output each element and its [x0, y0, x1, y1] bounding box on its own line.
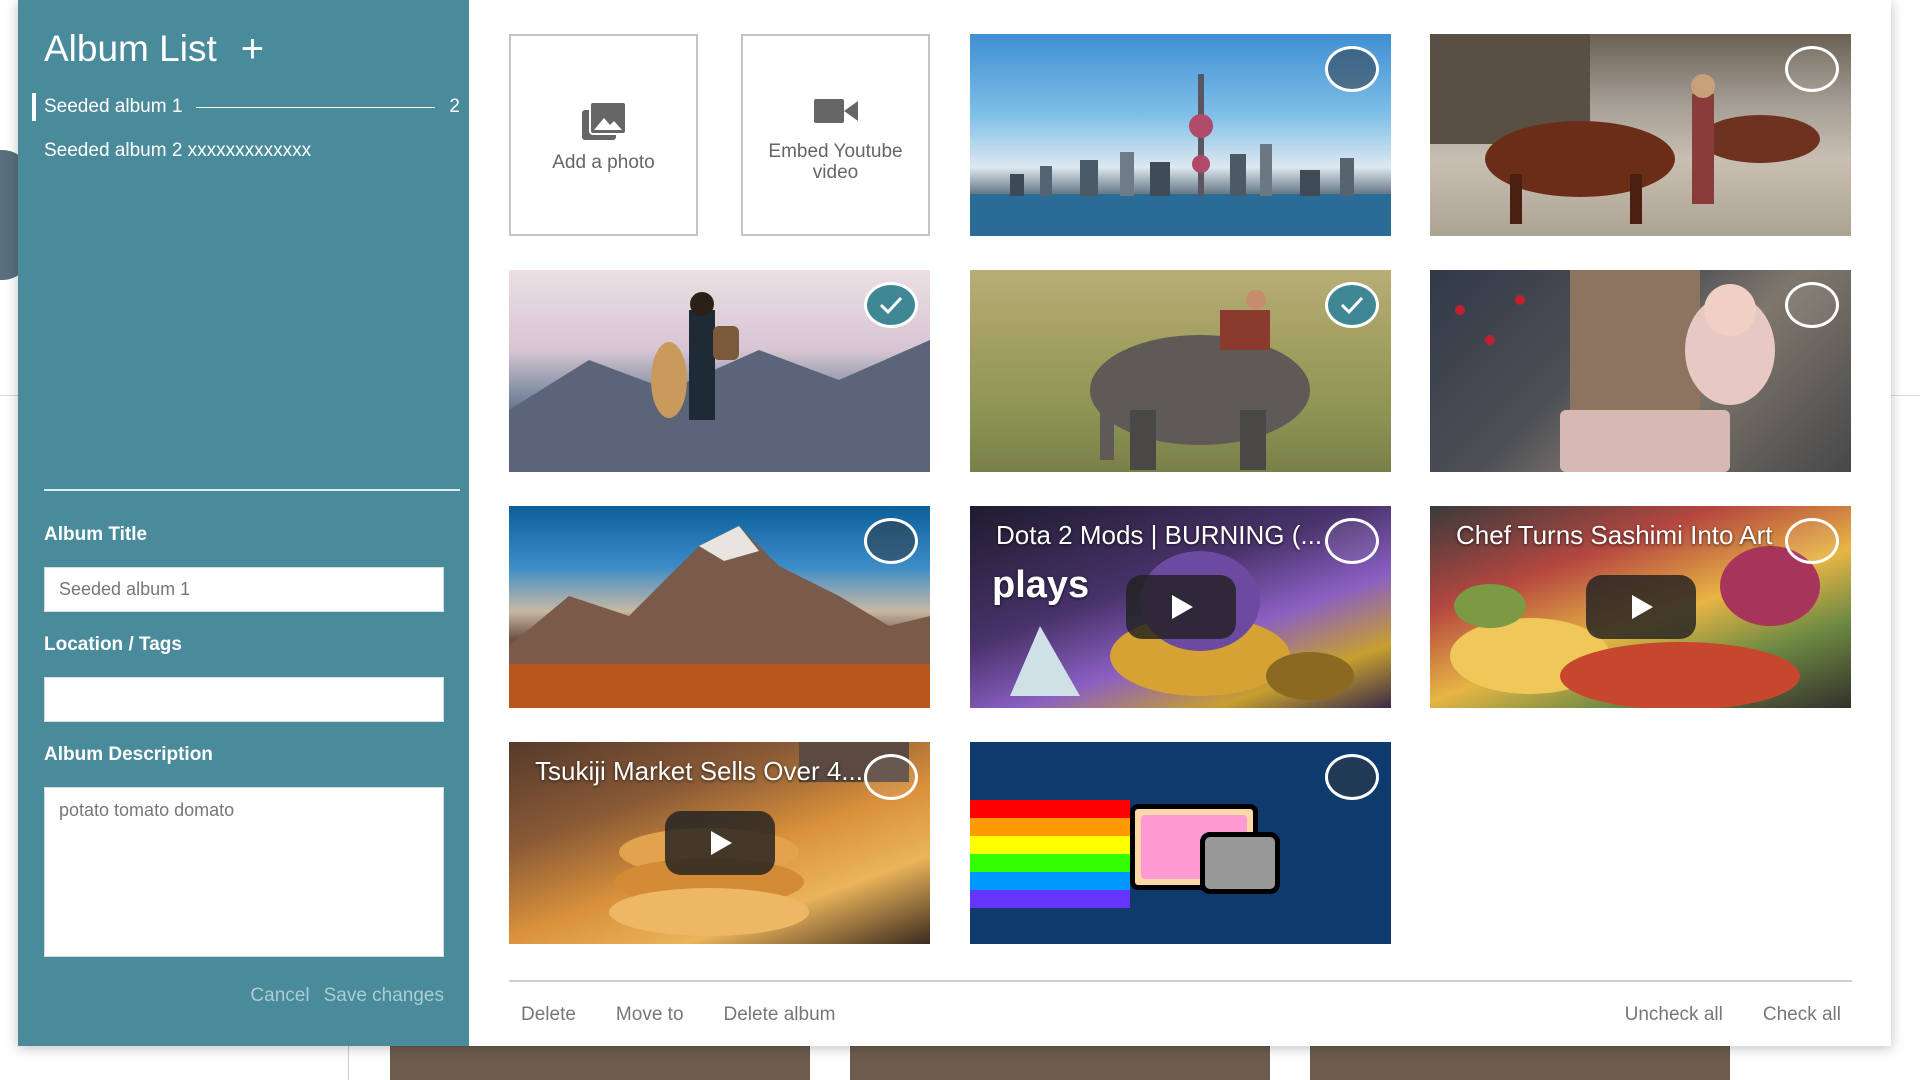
- video-title: Tsukiji Market Sells Over 4...: [535, 756, 863, 786]
- video-title: Dota 2 Mods | BURNING (...: [996, 520, 1323, 550]
- check-all-button[interactable]: Check all: [1763, 1004, 1841, 1026]
- video-title: Chef Turns Sashimi Into Art: [1456, 520, 1773, 550]
- background-divider-vertical: [348, 1040, 349, 1080]
- select-checkbox[interactable]: [1785, 518, 1839, 564]
- photo-tile-nyan-cat[interactable]: [970, 742, 1391, 944]
- photo-tile-mountains[interactable]: [509, 506, 930, 708]
- rainbow-trail: [970, 800, 1130, 908]
- footer-actions-left: Delete Move to Delete album: [521, 1004, 835, 1026]
- select-checkbox[interactable]: [1785, 46, 1839, 92]
- background-thumbnail: [850, 1046, 1270, 1080]
- background-thumbnail: [1310, 1046, 1730, 1080]
- location-tags-input[interactable]: [44, 677, 444, 722]
- select-checkbox[interactable]: [1325, 518, 1379, 564]
- sidebar-title: Album List: [44, 28, 217, 69]
- select-checkbox-checked[interactable]: [864, 282, 918, 328]
- photo-tile-parent-baby[interactable]: [1430, 270, 1851, 472]
- sidebar-actions: Cancel Save changes: [250, 985, 444, 1007]
- video-tile-tsukiji[interactable]: Tsukiji Market Sells Over 4...: [509, 742, 930, 944]
- play-icon: [1171, 595, 1193, 619]
- video-tile-sashimi[interactable]: Chef Turns Sashimi Into Art: [1430, 506, 1851, 708]
- album-name: Seeded album 2 xxxxxxxxxxxxx: [44, 140, 312, 161]
- embed-youtube-label: Embed Youtube video: [768, 141, 903, 183]
- checkmark-icon: [1340, 296, 1364, 315]
- photo-tile-city-skyline[interactable]: [970, 34, 1391, 236]
- play-button[interactable]: [664, 811, 775, 875]
- select-checkbox[interactable]: [1785, 282, 1839, 328]
- add-album-icon[interactable]: +: [241, 29, 264, 69]
- nyan-cat-head: [1200, 832, 1280, 894]
- photo-library-icon: [580, 98, 628, 146]
- sidebar-divider: [44, 489, 460, 491]
- play-icon: [1631, 595, 1653, 619]
- select-checkbox[interactable]: [1325, 754, 1379, 800]
- photo-tile-elephant[interactable]: [970, 270, 1391, 472]
- photo-tile-hiker-dog[interactable]: [509, 270, 930, 472]
- album-title-input[interactable]: [44, 567, 444, 612]
- media-grid: Add a photo Embed Youtube video Dota 2 M…: [469, 0, 1891, 1046]
- video-tile-dota[interactable]: Dota 2 Mods | BURNING (... plays: [970, 506, 1391, 708]
- album-sidebar: Album List + Seeded album 1 2 Seeded alb…: [18, 0, 469, 1046]
- select-checkbox-checked[interactable]: [1325, 282, 1379, 328]
- sidebar-header: Album List +: [44, 28, 264, 70]
- cancel-button[interactable]: Cancel: [250, 985, 309, 1007]
- add-photo-button[interactable]: Add a photo: [509, 34, 698, 236]
- photo-tile-cattle[interactable]: [1430, 34, 1851, 236]
- play-button[interactable]: [1585, 575, 1696, 639]
- embed-youtube-button[interactable]: Embed Youtube video: [741, 34, 930, 236]
- album-item-seeded-2[interactable]: Seeded album 2 xxxxxxxxxxxxx: [44, 137, 460, 165]
- album-description-textarea[interactable]: potato tomato domato: [44, 787, 444, 957]
- play-button[interactable]: [1125, 575, 1236, 639]
- album-item-rule: [196, 106, 436, 108]
- uncheck-all-button[interactable]: Uncheck all: [1625, 1004, 1723, 1026]
- save-changes-button[interactable]: Save changes: [324, 985, 444, 1007]
- select-checkbox[interactable]: [1325, 46, 1379, 92]
- play-icon: [710, 831, 732, 855]
- footer-divider: [509, 980, 1852, 982]
- select-checkbox[interactable]: [864, 754, 918, 800]
- add-photo-label: Add a photo: [552, 151, 655, 173]
- footer-actions-right: Uncheck all Check all: [1625, 1004, 1841, 1026]
- album-title-label: Album Title: [44, 524, 148, 545]
- move-to-button[interactable]: Move to: [616, 1004, 684, 1026]
- album-name: Seeded album 1: [44, 96, 183, 117]
- album-description-label: Album Description: [44, 744, 213, 765]
- delete-button[interactable]: Delete: [521, 1004, 576, 1026]
- album-count: 2: [449, 96, 460, 117]
- checkmark-icon: [879, 296, 903, 315]
- select-checkbox[interactable]: [864, 518, 918, 564]
- background-thumbnail: [390, 1046, 810, 1080]
- location-tags-label: Location / Tags: [44, 634, 182, 655]
- video-camera-icon: [812, 87, 860, 135]
- delete-album-button[interactable]: Delete album: [724, 1004, 836, 1026]
- album-item-seeded-1[interactable]: Seeded album 1 2: [32, 93, 460, 121]
- album-editor-modal: Album List + Seeded album 1 2 Seeded alb…: [18, 0, 1891, 1046]
- video-subtitle: plays: [992, 564, 1090, 606]
